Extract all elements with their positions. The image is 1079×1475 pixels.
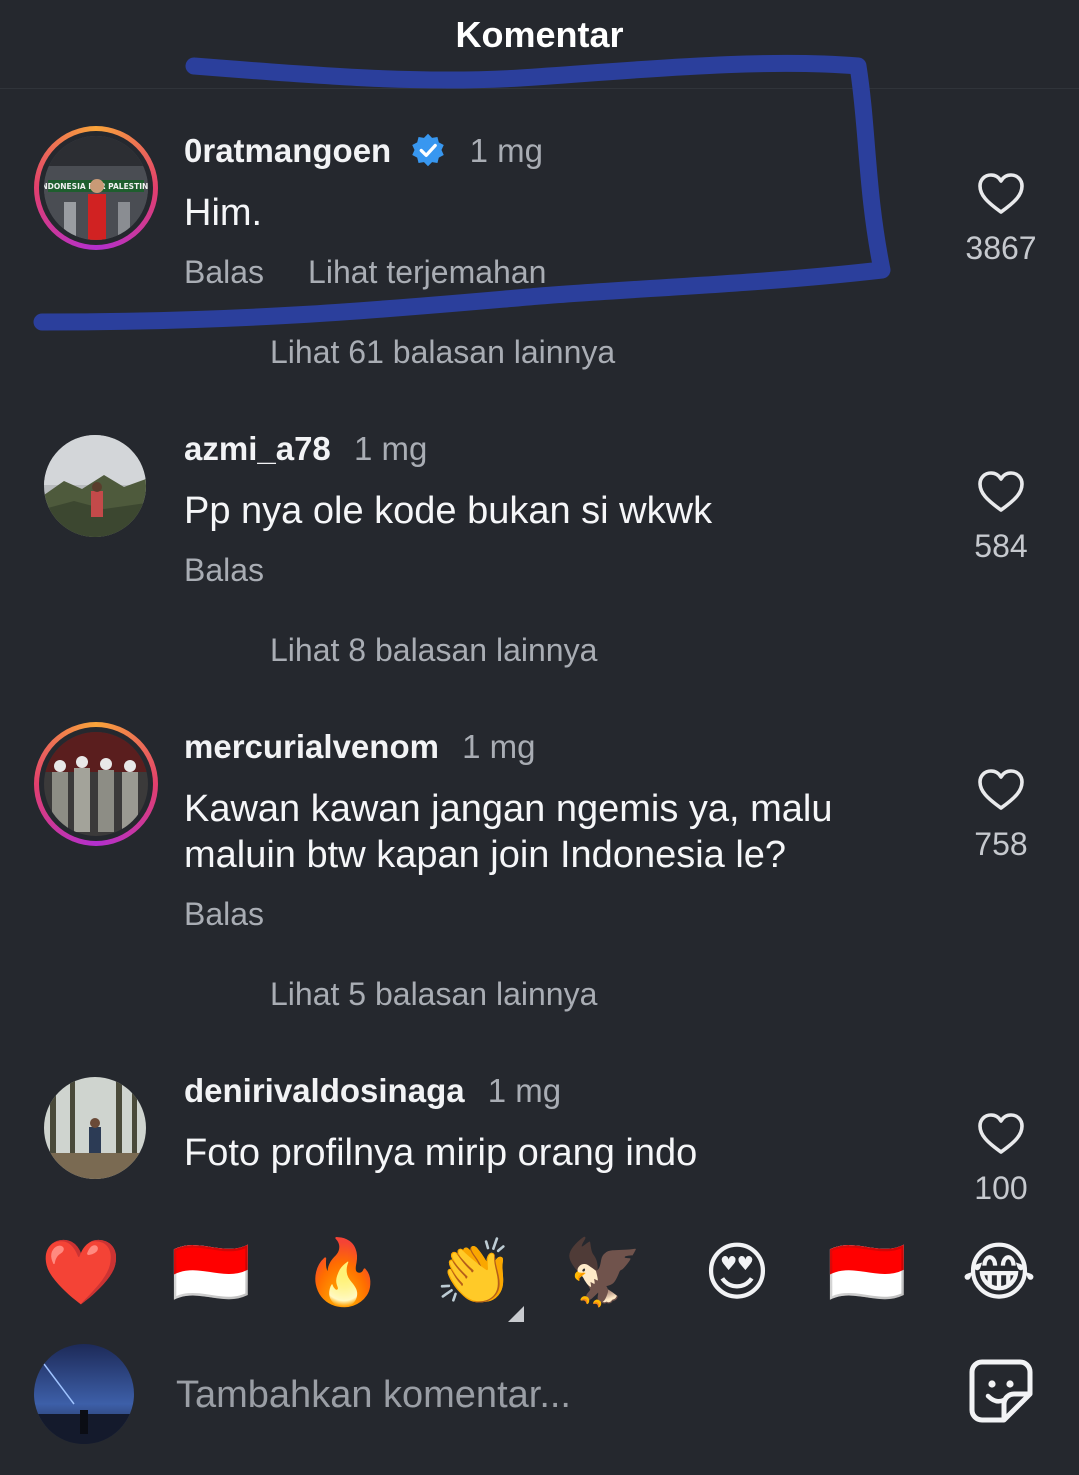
like-button[interactable]: 100	[948, 1112, 1054, 1207]
like-count: 584	[974, 528, 1028, 564]
emoji-clap-button[interactable]: 👏	[432, 1230, 518, 1316]
sticker-icon[interactable]	[968, 1358, 1034, 1424]
emoji-tears-of-joy-button[interactable]: 😂	[956, 1230, 1042, 1316]
verified-badge-icon	[412, 133, 445, 167]
avatar-photo: INDONESIA FOR PALESTINE	[44, 136, 148, 240]
comment-text: Foto profilnya mirip orang indo	[184, 1132, 698, 1174]
see-translation-button[interactable]: Lihat terjemahan	[308, 254, 546, 290]
comment-username[interactable]: mercurialvenom	[184, 728, 439, 765]
comment-time: 1 mg	[487, 1072, 562, 1109]
comment-username[interactable]: 0ratmangoen	[184, 132, 391, 169]
like-count: 758	[974, 826, 1028, 862]
emoji-flag-indonesia-button[interactable]: 🇮🇩	[824, 1230, 910, 1316]
avatar[interactable]	[34, 722, 158, 846]
emoji-flag-indonesia-button[interactable]: 🇮🇩	[168, 1230, 254, 1316]
heart-outline-icon	[978, 1113, 1024, 1154]
avatar[interactable]	[44, 1077, 146, 1179]
comment-composer	[0, 1338, 1079, 1475]
heart-outline-icon	[978, 173, 1024, 214]
reply-button[interactable]: Balas	[184, 254, 264, 290]
reply-button[interactable]: Balas	[184, 552, 264, 588]
avatar-photo	[34, 1344, 134, 1444]
like-button[interactable]: 584	[948, 470, 1054, 565]
emoji-heart-eyes-button[interactable]: 😍	[694, 1230, 780, 1316]
comment-text: Him.	[184, 192, 263, 234]
like-count: 3867	[965, 230, 1037, 266]
comment-username[interactable]: denirivaldosinaga	[184, 1072, 465, 1109]
avatar-photo	[44, 732, 148, 836]
comment-text: Kawan kawan jangan ngemis ya, malu malui…	[184, 788, 833, 876]
page-title: Komentar	[455, 14, 624, 55]
comment-input[interactable]	[174, 1364, 878, 1426]
comment-time: 1 mg	[462, 728, 536, 765]
emoji-eagle-button[interactable]: 🦅	[560, 1230, 646, 1316]
like-button[interactable]: 3867	[948, 172, 1054, 267]
emoji-reaction-bar: ❤️ 🇮🇩 🔥 👏 🦅 😍 🇮🇩 😂	[0, 1202, 1079, 1338]
skin-tone-indicator-icon	[508, 1306, 524, 1322]
heart-outline-icon	[978, 471, 1024, 512]
like-button[interactable]: 758	[948, 768, 1054, 863]
emoji-fire-button[interactable]: 🔥	[300, 1230, 386, 1316]
view-replies-button[interactable]: Lihat 8 balasan lainnya	[270, 632, 597, 669]
avatar[interactable]	[44, 435, 146, 537]
comment-username[interactable]: azmi_a78	[184, 430, 331, 467]
comment-time: 1 mg	[469, 132, 543, 169]
view-replies-button[interactable]: Lihat 5 balasan lainnya	[270, 976, 597, 1013]
avatar	[34, 1344, 134, 1444]
avatar-photo	[44, 435, 146, 537]
view-replies-button[interactable]: Lihat 61 balasan lainnya	[270, 334, 615, 371]
comments-header: Komentar	[0, 0, 1079, 89]
avatar[interactable]: INDONESIA FOR PALESTINE	[34, 126, 158, 250]
emoji-heart-button[interactable]: ❤️	[38, 1230, 124, 1316]
comment-time: 1 mg	[353, 430, 428, 467]
comment-text: Pp nya ole kode bukan si wkwk	[184, 490, 713, 532]
heart-outline-icon	[978, 769, 1024, 810]
reply-button[interactable]: Balas	[184, 896, 264, 932]
avatar-photo	[44, 1077, 146, 1179]
